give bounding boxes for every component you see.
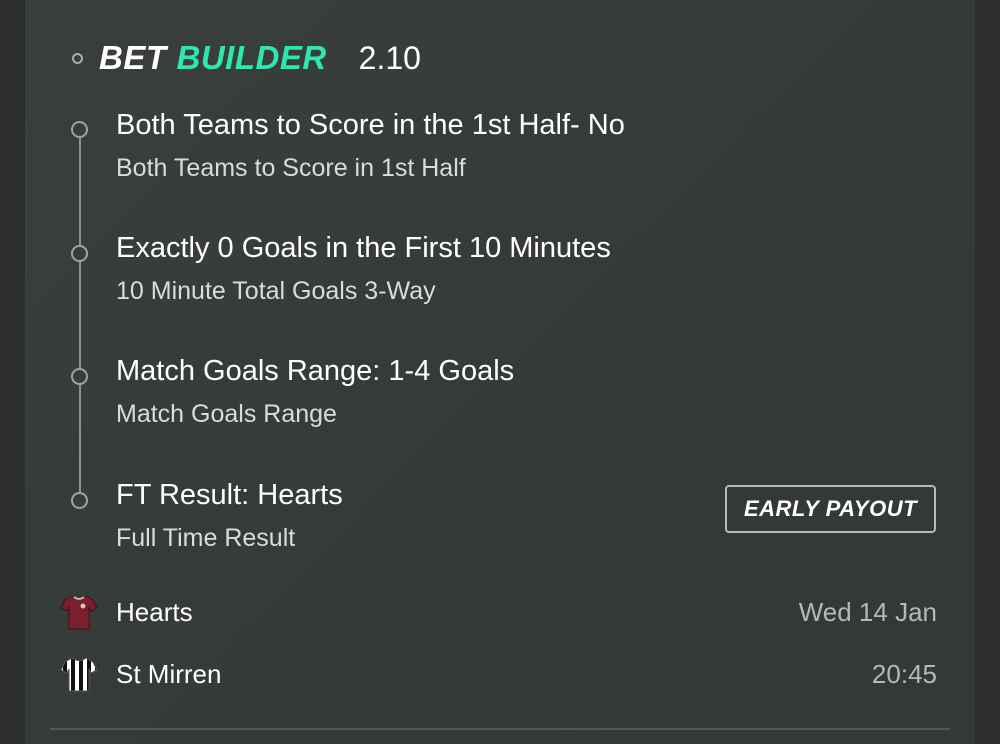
circle-icon xyxy=(72,52,83,64)
logo-word-builder: BUILDER xyxy=(176,39,327,76)
team-name: St Mirren xyxy=(116,658,222,689)
selection-market: 10 Minute Total Goals 3-Way xyxy=(116,277,436,305)
timeline-node-icon xyxy=(71,121,88,138)
selection-timeline xyxy=(79,130,81,500)
page-background: BET BUILDER 2.10 Both Teams to Score in … xyxy=(0,0,1000,744)
maroon-shirt-icon xyxy=(60,595,98,630)
timeline-node-icon xyxy=(71,368,88,385)
selection-title: FT Result: Hearts xyxy=(116,479,343,511)
black-white-striped-shirt-icon xyxy=(60,657,98,692)
match-time: 20:45 xyxy=(871,658,937,689)
selection-title: Match Goals Range: 1-4 Goals xyxy=(116,355,515,387)
selection-item: Exactly 0 Goals in the First 10 Minutes … xyxy=(116,231,611,306)
timeline-node-icon xyxy=(71,245,88,262)
bet-builder-logo: BET BUILDER xyxy=(99,39,327,77)
match-date: Wed 14 Jan xyxy=(798,596,937,627)
selection-item: FT Result: Hearts Full Time Result xyxy=(116,478,343,553)
divider xyxy=(50,728,950,730)
timeline-node-icon xyxy=(71,492,88,509)
early-payout-badge[interactable]: EARLY PAYOUT xyxy=(725,485,936,533)
selection-market: Match Goals Range xyxy=(116,400,337,428)
selection-title: Both Teams to Score in the 1st Half- No xyxy=(116,109,625,141)
selection-market: Full Time Result xyxy=(116,524,296,552)
bet-builder-header: BET BUILDER 2.10 xyxy=(72,36,421,80)
selection-title: Exactly 0 Goals in the First 10 Minutes xyxy=(116,232,611,264)
bet-odds: 2.10 xyxy=(358,39,421,76)
team-row-away: St Mirren 20:45 xyxy=(60,652,937,696)
team-row-home: Hearts Wed 14 Jan xyxy=(60,590,937,634)
selection-item: Both Teams to Score in the 1st Half- No … xyxy=(116,108,625,183)
logo-word-bet: BET xyxy=(99,39,167,76)
team-name: Hearts xyxy=(116,596,193,627)
selection-market: Both Teams to Score in 1st Half xyxy=(116,154,466,182)
selection-item: Match Goals Range: 1-4 Goals Match Goals… xyxy=(116,354,514,429)
